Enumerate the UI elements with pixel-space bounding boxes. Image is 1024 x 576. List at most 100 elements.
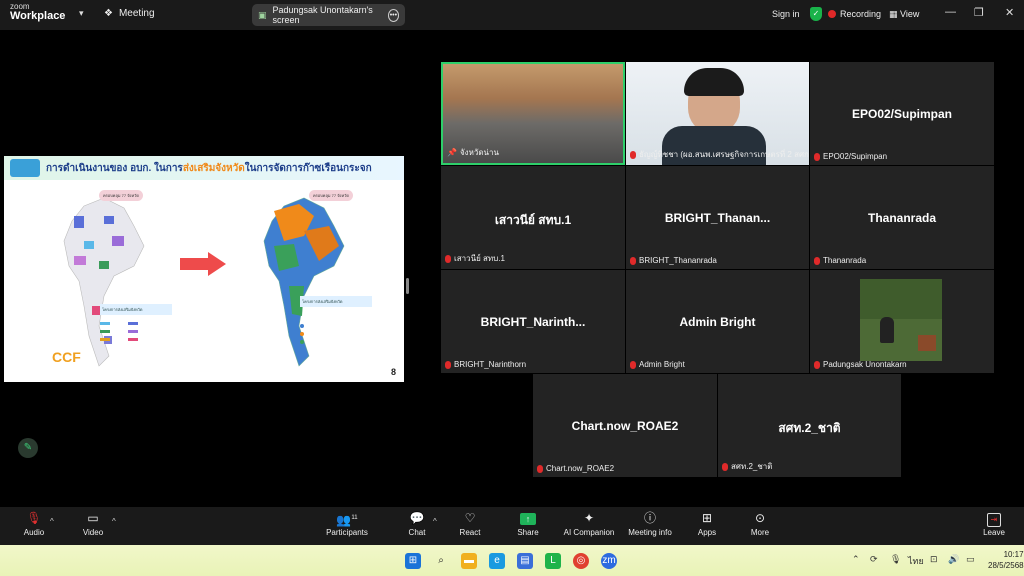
zoom-logo: zoom Workplace	[10, 3, 65, 22]
leave-button[interactable]: ⇥ Leave	[980, 511, 1008, 537]
mic-muted-icon	[630, 256, 636, 265]
participant-tile-7[interactable]: Admin Bright Admin Bright	[626, 270, 809, 373]
meeting-label: Meeting	[118, 8, 155, 19]
edge-browser-icon[interactable]: e	[489, 553, 505, 569]
minimize-icon[interactable]: —	[945, 6, 956, 18]
shield-icon[interactable]: ✓	[810, 7, 822, 21]
participant-tile-9[interactable]: Chart.now_ROAE2 Chart.now_ROAE2	[533, 374, 717, 477]
transition-arrow-icon	[180, 252, 226, 276]
mic-muted-icon	[722, 462, 728, 471]
participant-label: เสาวนีย์ สทบ.1	[445, 252, 505, 265]
microphone-icon[interactable]: 🎙	[890, 554, 901, 565]
mic-muted-icon	[814, 256, 820, 265]
mic-muted-icon	[537, 464, 543, 473]
participants-button[interactable]: 👥11 Participants	[324, 511, 370, 537]
legend-right	[300, 324, 360, 352]
more-button[interactable]: ⊙ More	[746, 511, 774, 537]
react-label: React	[459, 528, 481, 537]
close-icon[interactable]: ✕	[1005, 6, 1014, 19]
shared-screen-slide: การดำเนินงานของ อบก. ในการส่งเสริมจังหวั…	[4, 156, 404, 382]
slide-title: การดำเนินงานของ อบก. ในการส่งเสริมจังหวั…	[46, 161, 372, 176]
apps-icon: ⊞	[701, 511, 713, 525]
screen-share-banner[interactable]: ▣ Padungsak Unontakarn's screen •••	[252, 4, 405, 26]
participant-tile-3[interactable]: เสาวนีย์ สทบ.1 เสาวนีย์ สทบ.1	[441, 166, 625, 269]
participant-tile-2[interactable]: EPO02/Supimpan EPO02/Supimpan	[810, 62, 994, 165]
view-menu[interactable]: ▦ View	[889, 9, 919, 20]
mic-muted-icon	[814, 152, 820, 161]
restore-icon[interactable]: ❐	[974, 6, 984, 19]
participants-label: Participants	[326, 528, 368, 537]
participant-label: BRIGHT_Narinthorn	[445, 360, 526, 369]
sync-icon[interactable]: ⟳	[870, 554, 878, 565]
participant-hair	[684, 68, 744, 96]
coverage-pill-right: ครอบคลุม 77 จังหวัด	[309, 190, 353, 201]
more-label: More	[750, 528, 770, 537]
chat-button[interactable]: 💬 Chat	[404, 511, 430, 537]
line-app-icon[interactable]: L	[545, 553, 561, 569]
audio-button[interactable]: 🎙 Audio	[18, 511, 50, 537]
react-button[interactable]: ♡ React	[456, 511, 484, 537]
apps-button[interactable]: ⊞ Apps	[694, 511, 720, 537]
recording-label: Recording	[840, 9, 882, 19]
store-icon[interactable]: ▤	[517, 553, 533, 569]
participant-name: Admin Bright	[679, 315, 756, 329]
participant-name: เสาวนีย์ สทบ.1	[494, 213, 572, 227]
system-clock[interactable]: 10:17 28/5/2568	[988, 549, 1024, 571]
participant-tile-8[interactable]: Padungsak Unontakarn	[810, 270, 994, 373]
legend-note-left: โครงการส่งเสริมจังหวัด	[100, 304, 172, 315]
language-indicator[interactable]: ไทย	[908, 554, 924, 568]
participant-name: BRIGHT_Narinth...	[480, 315, 586, 329]
sparkle-icon: ✦	[583, 511, 595, 525]
share-screen-icon: ↑	[514, 511, 542, 525]
participant-label: สศท.2_ชาติ	[722, 460, 772, 473]
participant-name: EPO02/Supimpan	[851, 107, 953, 121]
coverage-pill-left: ครอบคลุม 77 จังหวัด	[99, 190, 143, 201]
logo-line2: Workplace	[10, 10, 66, 22]
participant-label: Admin Bright	[630, 360, 685, 369]
legend-note-right: โครงการส่งเสริมจังหวัด	[300, 296, 372, 307]
participant-tile-5[interactable]: Thananrada Thananrada	[810, 166, 994, 269]
chrome-icon[interactable]: ◎	[573, 553, 589, 569]
search-icon[interactable]: ⌕	[433, 553, 449, 569]
resize-handle[interactable]	[406, 278, 409, 294]
more-options-icon[interactable]: •••	[387, 8, 399, 22]
network-icon[interactable]: ⊡	[930, 554, 938, 565]
mic-muted-icon: 🎙	[26, 511, 42, 525]
participant-name: Chart.now_ROAE2	[571, 419, 679, 433]
chevron-down-icon[interactable]: ▾	[79, 8, 84, 19]
participant-label: Padungsak Unontakarn	[814, 360, 907, 369]
participant-tile-1[interactable]: ธัญญ์ทิชชา (ผอ.สนพ.เศรษฐกิจการเกษตรที่ 2…	[626, 62, 809, 165]
share-banner-text: Padungsak Unontakarn's screen	[272, 5, 373, 25]
mic-muted-icon	[445, 254, 451, 263]
zoom-app-icon[interactable]: zm	[601, 553, 617, 569]
tray-expand-icon[interactable]: ⌃	[852, 554, 860, 565]
share-button[interactable]: ↑ Share	[514, 511, 542, 537]
meeting-menu[interactable]: ❖ Meeting	[104, 8, 155, 19]
participant-tile-10[interactable]: สศท.2_ชาติ สศท.2_ชาติ	[718, 374, 901, 477]
video-feed-garden	[860, 279, 942, 361]
sign-in-link[interactable]: Sign in	[772, 9, 800, 19]
participant-tile-0[interactable]: 📌 จังหวัดน่าน	[441, 62, 625, 165]
leave-label: Leave	[983, 528, 1005, 537]
audio-options-caret-icon[interactable]: ^	[50, 517, 54, 526]
volume-icon[interactable]: 🔊	[948, 554, 959, 565]
recording-indicator[interactable]: Recording	[828, 9, 881, 19]
participant-tile-4[interactable]: BRIGHT_Thanan... BRIGHT_Thananrada	[626, 166, 809, 269]
share-label: Share	[517, 528, 539, 537]
meeting-info-button[interactable]: ⓘ Meeting info	[627, 511, 673, 537]
annotate-pen-icon[interactable]: ✎	[18, 438, 38, 458]
battery-icon[interactable]: ▭	[966, 554, 975, 565]
participant-tile-6[interactable]: BRIGHT_Narinth... BRIGHT_Narinthorn	[441, 270, 625, 373]
ai-companion-button[interactable]: ✦ AI Companion	[562, 511, 616, 537]
video-button[interactable]: ▭ Video	[78, 511, 108, 537]
file-explorer-icon[interactable]: ▬	[461, 553, 477, 569]
video-options-caret-icon[interactable]: ^	[112, 517, 116, 526]
windows-taskbar: ⊞ ⌕ ▬ e ▤ L ◎ zm ⌃ ⟳ 🎙 ไทย ⊡ 🔊 ▭ 10:17 2…	[0, 545, 1024, 576]
clock-time: 10:17	[1003, 550, 1024, 559]
windows-start-icon[interactable]: ⊞	[405, 553, 421, 569]
participant-label: BRIGHT_Thananrada	[630, 256, 717, 265]
slide-title-pre: การดำเนินงานของ อบก. ในการ	[46, 163, 183, 174]
chat-options-caret-icon[interactable]: ^	[433, 517, 437, 526]
view-label: View	[900, 9, 920, 19]
chat-label: Chat	[408, 528, 426, 537]
